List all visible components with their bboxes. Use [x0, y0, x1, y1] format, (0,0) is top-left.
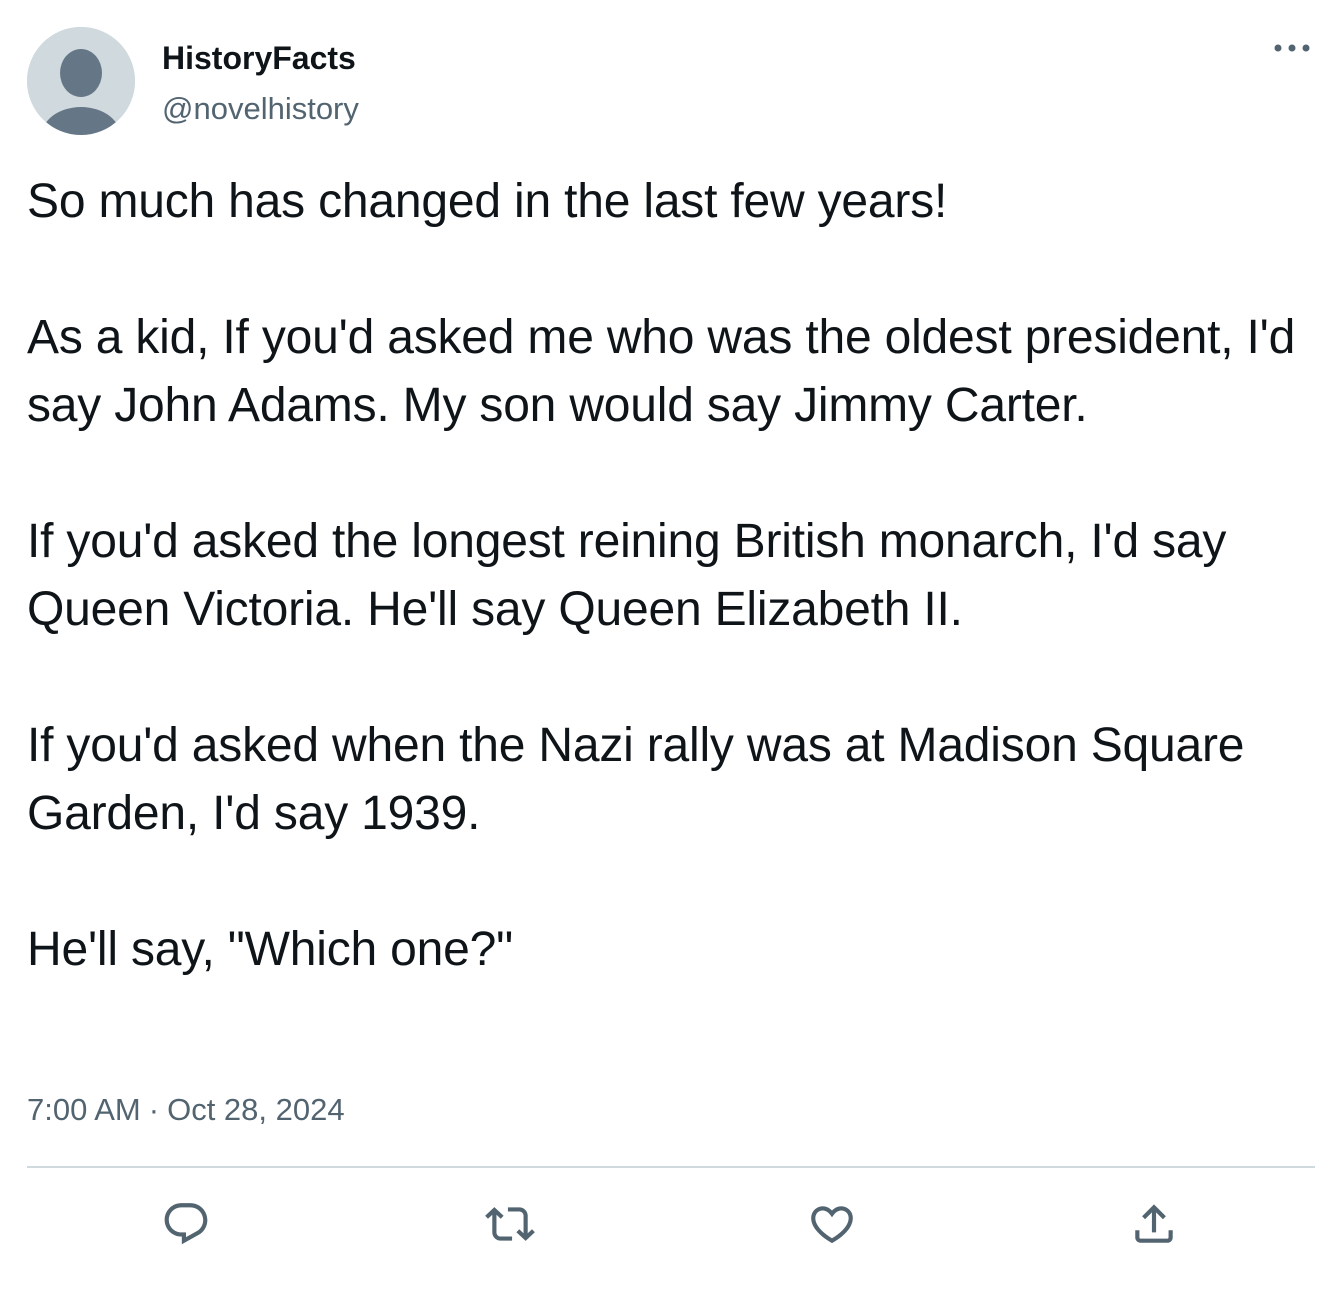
- reply-button[interactable]: [160, 1198, 212, 1250]
- tweet-date: Oct 28, 2024: [167, 1092, 345, 1127]
- divider: [27, 1166, 1315, 1168]
- tweet-time: 7:00 AM: [27, 1092, 141, 1127]
- tweet-text: So much has changed in the last few year…: [27, 168, 1317, 984]
- like-button[interactable]: [806, 1198, 858, 1250]
- retweet-icon: [485, 1207, 535, 1241]
- tweet-card: HistoryFacts @novelhistory So much has c…: [0, 0, 1343, 1305]
- more-options-button[interactable]: [1268, 30, 1316, 66]
- avatar[interactable]: [27, 27, 135, 135]
- tweet-paragraph: If you'd asked when the Nazi rally was a…: [27, 719, 1245, 840]
- tweet-paragraph: If you'd asked the longest reining Briti…: [27, 515, 1227, 636]
- reply-icon: [164, 1203, 208, 1245]
- tweet-timestamp[interactable]: 7:00 AM · Oct 28, 2024: [27, 1090, 345, 1130]
- more-icon: [1274, 44, 1310, 52]
- share-icon: [1135, 1204, 1173, 1243]
- meta-separator: ·: [148, 1092, 160, 1127]
- retweet-button[interactable]: [484, 1198, 536, 1250]
- share-button[interactable]: [1128, 1198, 1180, 1250]
- tweet-paragraph: He'll say, "Which one?": [27, 923, 513, 976]
- tweet-paragraph: So much has changed in the last few year…: [27, 175, 948, 228]
- default-avatar-icon: [27, 27, 135, 135]
- heart-icon: [811, 1206, 853, 1244]
- tweet-paragraph: As a kid, If you'd asked me who was the …: [27, 311, 1296, 432]
- author-display-name[interactable]: HistoryFacts: [162, 38, 356, 78]
- author-handle[interactable]: @novelhistory: [162, 89, 359, 129]
